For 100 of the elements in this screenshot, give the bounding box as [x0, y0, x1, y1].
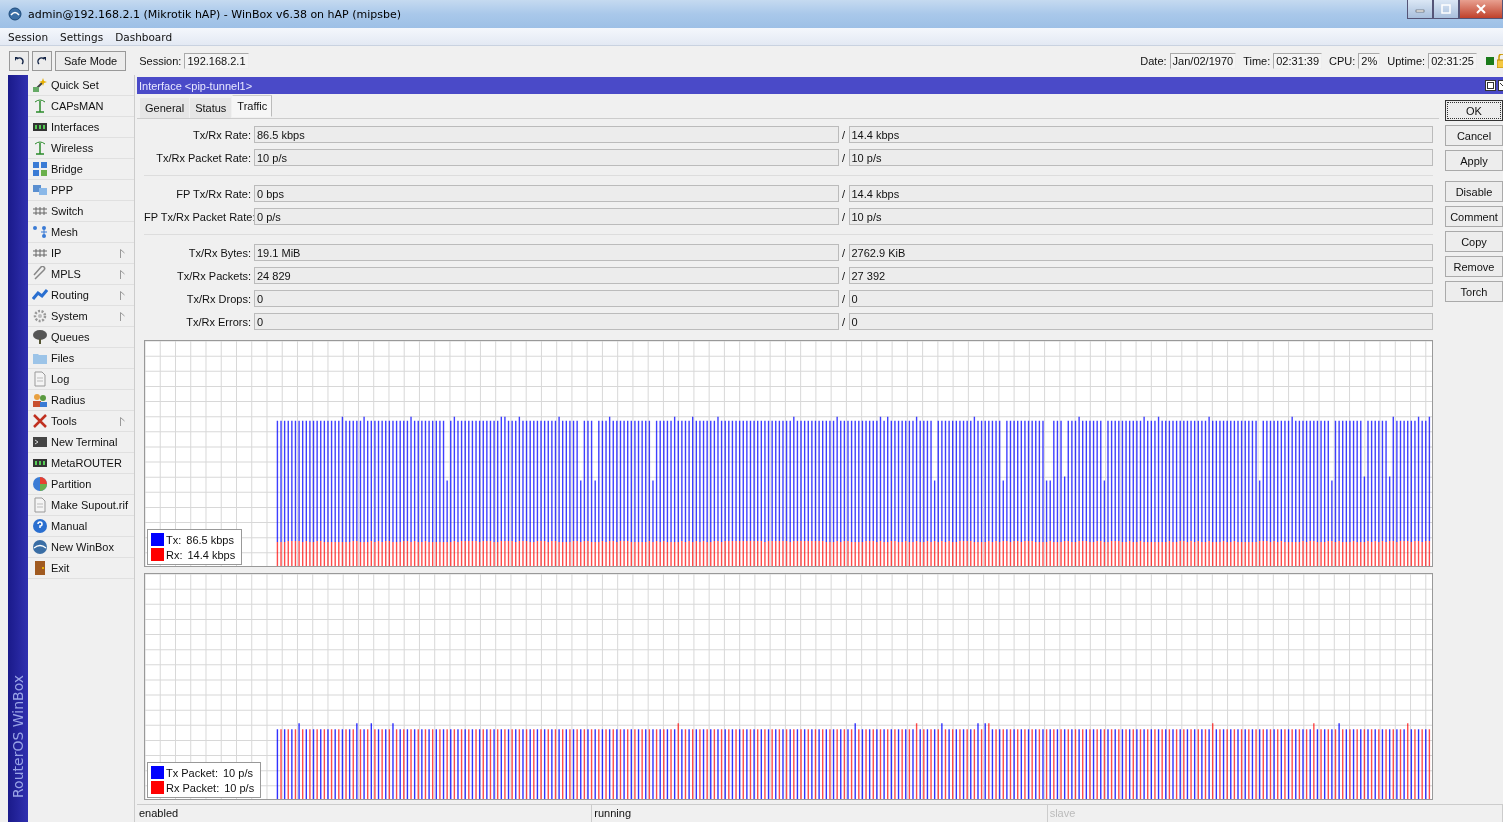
- dialog-button[interactable]: Remove: [1445, 256, 1503, 277]
- sidebar-item[interactable]: Radius: [28, 390, 134, 411]
- legend-label: Rx:: [166, 548, 183, 561]
- status-led-icon: [1486, 57, 1494, 65]
- sidebar-item[interactable]: Bridge: [28, 159, 134, 180]
- status-cell: enabled: [137, 805, 593, 822]
- session-field[interactable]: 192.168.2.1: [184, 53, 249, 69]
- people-icon: [32, 392, 48, 408]
- separator-label: /: [840, 292, 847, 305]
- tx-field: 0: [254, 290, 839, 307]
- sidebar-item[interactable]: Make Supout.rif: [28, 495, 134, 516]
- stat-field: 02:31:25: [1428, 53, 1477, 69]
- field-label: Tx/Rx Packets:: [176, 269, 252, 282]
- menu-item[interactable]: Session: [8, 30, 49, 43]
- sidebar-item[interactable]: Manual: [28, 516, 134, 537]
- tx-field: 86.5 kbps: [254, 126, 839, 143]
- dialog-button[interactable]: Copy: [1445, 231, 1503, 252]
- undo-button[interactable]: [9, 51, 29, 71]
- sidebar-item[interactable]: Routing: [28, 285, 134, 306]
- brand-label: RouterOS WinBox: [10, 674, 26, 798]
- dialog-title: Interface <pip-tunnel1>: [139, 79, 253, 92]
- globe-icon: [32, 539, 48, 555]
- legend-label: Tx Packet:: [166, 766, 218, 779]
- zigzag-icon: [32, 287, 48, 303]
- stat-field: 2%: [1358, 53, 1381, 69]
- legend-label: Tx:: [166, 533, 182, 546]
- redo-icon: [37, 56, 47, 66]
- restore-icon[interactable]: [1485, 80, 1496, 91]
- safe-mode-button[interactable]: Safe Mode: [55, 51, 127, 71]
- legend-label: Rx Packet:: [166, 781, 220, 794]
- stat-label: Time:: [1243, 55, 1271, 67]
- app-icon: [8, 7, 22, 21]
- sidebar-item[interactable]: IP: [28, 243, 134, 264]
- antenna-icon: [32, 98, 48, 114]
- stat-label: Uptime:: [1387, 55, 1426, 67]
- stat-label: Date:: [1140, 55, 1167, 67]
- sidebar-item[interactable]: CAPsMAN: [28, 96, 134, 117]
- wand-icon: [32, 77, 48, 93]
- close-icon[interactable]: [1498, 80, 1503, 91]
- rx-field: 0: [848, 290, 1433, 307]
- separator-label: /: [840, 151, 847, 164]
- menu-item[interactable]: Settings: [60, 30, 104, 43]
- tx-field: 0 bps: [254, 185, 839, 202]
- sidebar-item[interactable]: Exit: [28, 558, 134, 579]
- tx-field: 0: [254, 313, 839, 330]
- sidebar-item[interactable]: Files: [28, 348, 134, 369]
- dialog-button[interactable]: Torch: [1445, 281, 1503, 302]
- maximize-icon: [1441, 4, 1451, 14]
- sidebar-item[interactable]: Log: [28, 369, 134, 390]
- sidebar-item[interactable]: MetaROUTER: [28, 453, 134, 474]
- legend-value: 10 p/s: [224, 781, 255, 794]
- close-icon: [1476, 4, 1486, 14]
- tx-field: 19.1 MiB: [254, 244, 839, 261]
- sidebar-item[interactable]: New WinBox: [28, 537, 134, 558]
- sidebar-item[interactable]: Tools: [28, 411, 134, 432]
- legend-value: 14.4 kbps: [187, 548, 236, 561]
- dialog-button[interactable]: Comment: [1445, 206, 1503, 227]
- session-label: Session:: [139, 55, 182, 67]
- maximize-button[interactable]: [1433, 0, 1459, 19]
- tx-field: 10 p/s: [254, 149, 839, 166]
- field-label: Tx/Rx Bytes:: [187, 246, 252, 259]
- separator-label: /: [840, 128, 847, 141]
- close-button[interactable]: [1459, 0, 1503, 19]
- dialog-button[interactable]: Cancel: [1445, 125, 1503, 146]
- menu-item[interactable]: Dashboard: [115, 30, 173, 43]
- tab[interactable]: General: [140, 98, 190, 118]
- field-label: FP Tx/Rx Packet Rate:: [144, 210, 254, 223]
- sidebar-item[interactable]: New Terminal: [28, 432, 134, 453]
- windows-icon: [32, 182, 48, 198]
- dialog-button[interactable]: Apply: [1445, 150, 1503, 171]
- redo-button[interactable]: [32, 51, 52, 71]
- tab[interactable]: Status: [190, 98, 232, 118]
- tx-field: 24 829: [254, 267, 839, 284]
- sidebar-item[interactable]: Interfaces: [28, 117, 134, 138]
- sidebar-item[interactable]: Queues: [28, 327, 134, 348]
- tab[interactable]: Traffic: [232, 95, 273, 117]
- dialog-button[interactable]: Disable: [1445, 181, 1503, 202]
- sidebar-item[interactable]: PPP: [28, 180, 134, 201]
- sidebar-item[interactable]: System: [28, 306, 134, 327]
- lock-icon: [1497, 54, 1503, 68]
- separator-label: /: [840, 246, 847, 259]
- legend-value: 10 p/s: [222, 766, 253, 779]
- antenna-icon: [32, 140, 48, 156]
- stat-label: CPU:: [1329, 55, 1356, 67]
- sidebar-item[interactable]: Quick Set: [28, 75, 134, 96]
- dialog-button[interactable]: OK: [1445, 100, 1503, 121]
- sidebar-item[interactable]: Switch: [28, 201, 134, 222]
- squares-icon: [32, 161, 48, 177]
- help-icon: [32, 518, 48, 534]
- tree-icon: [32, 329, 48, 345]
- sidebar-item[interactable]: Wireless: [28, 138, 134, 159]
- gear-icon: [32, 308, 48, 324]
- rx-field: 2762.9 KiB: [848, 244, 1433, 261]
- sidebar-item[interactable]: Partition: [28, 474, 134, 495]
- status-cell: running: [592, 805, 1048, 822]
- field-label: FP Tx/Rx Rate:: [175, 187, 252, 200]
- sidebar-item[interactable]: MPLS: [28, 264, 134, 285]
- minimize-button[interactable]: [1407, 0, 1433, 19]
- paperclip-icon: [32, 266, 48, 282]
- sidebar-item[interactable]: Mesh: [28, 222, 134, 243]
